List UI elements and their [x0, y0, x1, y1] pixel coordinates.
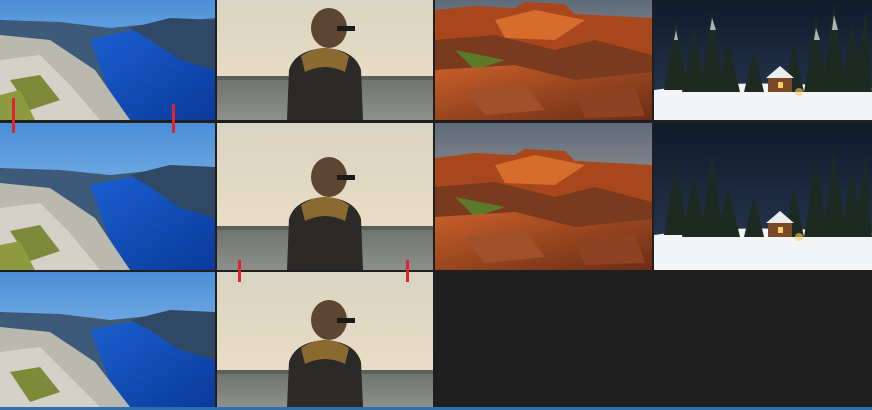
fjord-photo-tile[interactable] [0, 272, 215, 407]
snow-cabin-photo-tile[interactable] [654, 0, 872, 120]
person-at-lake-image [217, 272, 433, 407]
snow-cabin-photo-tile[interactable] [654, 123, 872, 270]
selection-marker-right[interactable] [172, 104, 175, 133]
person-at-lake-image [217, 123, 433, 270]
red-cliffs-image [435, 123, 652, 270]
fjord-landscape-image [0, 123, 215, 270]
person-at-lake-image [217, 0, 433, 120]
red-cliffs-photo-tile[interactable] [435, 123, 652, 270]
person-scarf-photo-tile[interactable] [217, 272, 433, 407]
red-cliffs-photo-tile[interactable] [435, 0, 652, 120]
fjord-landscape-image [0, 272, 215, 407]
fjord-photo-tile[interactable] [0, 123, 215, 270]
image-gallery-grid [0, 0, 872, 410]
snow-cabin-image [654, 123, 872, 270]
selection-marker-left[interactable] [12, 98, 15, 133]
snow-cabin-image [654, 0, 872, 120]
red-cliffs-image [435, 0, 652, 120]
person-scarf-photo-tile[interactable] [217, 0, 433, 120]
gallery-row-1 [0, 0, 872, 120]
gallery-row-2 [0, 123, 872, 270]
selection-marker-left[interactable] [238, 260, 241, 282]
selection-marker-right[interactable] [406, 260, 409, 282]
fjord-photo-tile[interactable] [0, 0, 215, 120]
empty-grid-area [435, 272, 872, 407]
fjord-landscape-image [0, 0, 215, 120]
person-scarf-photo-tile[interactable] [217, 123, 433, 270]
